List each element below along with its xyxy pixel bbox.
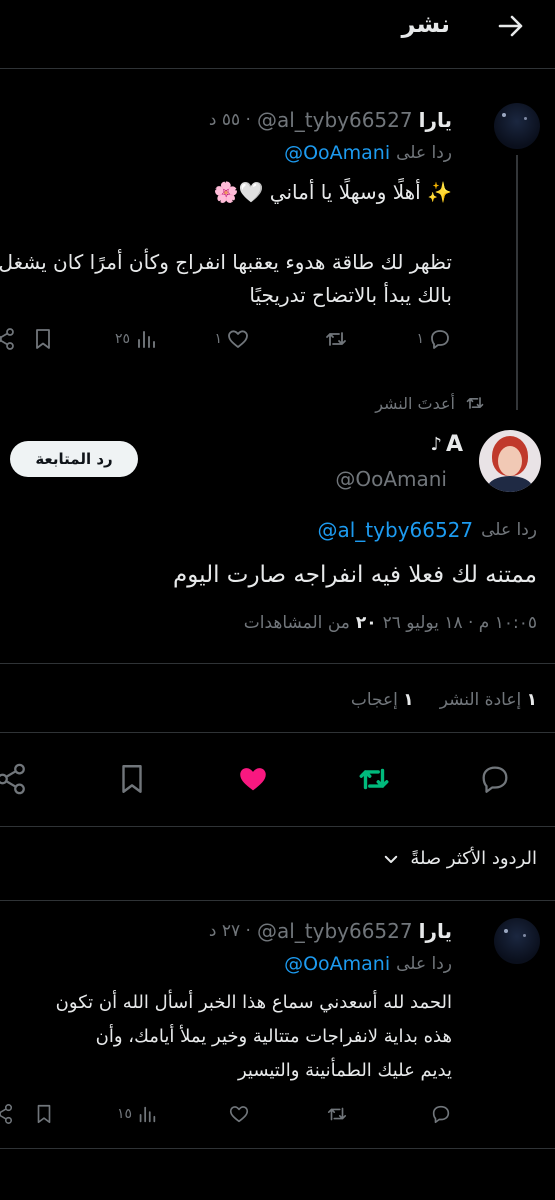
- reply-icon: [482, 766, 508, 793]
- author-handle[interactable]: @al_tyby66527: [257, 108, 413, 132]
- tweet-text-line2: هذه بداية لانفراجات متتالية وخير يملأ أي…: [95, 1026, 452, 1047]
- bookmark-button[interactable]: [33, 1103, 55, 1125]
- main-author-handle[interactable]: @OoAmani: [335, 467, 447, 491]
- tweet-time[interactable]: · ٢٧ د: [209, 921, 251, 941]
- reposts-stat[interactable]: ١ إعادة النشر: [440, 690, 537, 710]
- divider: [0, 663, 555, 664]
- chevron-down-icon: [385, 855, 398, 863]
- share-icon: [0, 763, 25, 795]
- avatar[interactable]: [479, 430, 541, 492]
- views-count: ٢٥: [114, 331, 130, 347]
- reply-icon: [432, 1105, 450, 1124]
- divider: [0, 826, 555, 827]
- tweet1-header: يارا @al_tyby66527 · ٥٥ د: [209, 108, 452, 132]
- tweet-meta: ١٠:٠٥ م · ١٨ يوليو ٢٦ ٢٠ من المشاهدات: [244, 613, 537, 633]
- main-tweet-text: ممتنه لك فعلا فيه انفراجه صارت اليوم: [173, 562, 537, 588]
- retweet-button[interactable]: [326, 1103, 348, 1125]
- retweet-button[interactable]: [357, 762, 391, 796]
- like-button[interactable]: [228, 1103, 250, 1125]
- reply-to-link[interactable]: @al_tyby66527: [317, 518, 473, 542]
- views-count: ١٥: [116, 1106, 132, 1122]
- likes-stat[interactable]: ١ إعجاب: [351, 690, 414, 710]
- views-label: من المشاهدات: [243, 613, 350, 633]
- like-button[interactable]: ١: [214, 327, 250, 351]
- avatar[interactable]: [494, 918, 540, 964]
- author-name: A: [445, 432, 463, 457]
- follow-back-button[interactable]: رد المتابعة: [10, 441, 138, 477]
- retweet-icon: [359, 768, 389, 790]
- header-divider: [0, 68, 555, 69]
- tweet-text-line3: بالك يبدأ بالاتضاح تدريجيًا: [249, 283, 452, 307]
- reply-to-line: ردا على @OoAmani: [284, 142, 452, 164]
- divider: [0, 900, 555, 901]
- views-button[interactable]: ٢٥: [115, 327, 158, 351]
- tweet-text-line3: يديم عليك الطمأنينة والتيسير: [237, 1060, 452, 1081]
- page-title: نشر: [401, 10, 450, 38]
- reply-to-line: ردا على @al_tyby66527: [317, 518, 537, 542]
- analytics-icon: [139, 1106, 156, 1123]
- back-arrow-icon[interactable]: [497, 12, 525, 40]
- reply-button[interactable]: [430, 1103, 452, 1125]
- reposted-indicator: أعدتَ النشر: [375, 393, 485, 413]
- bookmark-icon: [37, 1104, 51, 1124]
- tweet-text-line2: تظهر لك طاقة هدوء يعقبها انفراج وكأن أمر…: [0, 250, 452, 274]
- sort-label: الردود الأكثر صلةً: [410, 848, 537, 869]
- heart-icon: [228, 330, 248, 348]
- share-button[interactable]: [0, 1103, 14, 1125]
- heart-icon: [229, 1106, 249, 1123]
- reply-prefix: ردا على: [396, 143, 452, 163]
- author-name[interactable]: يارا: [419, 108, 452, 132]
- bookmark-button[interactable]: [31, 327, 55, 351]
- author-name[interactable]: يارا: [419, 919, 452, 943]
- engagement-stats: ١ إعادة النشر ١ إعجاب: [351, 690, 537, 710]
- views-button[interactable]: ١٥: [117, 1103, 158, 1125]
- tweet-text-line1: الحمد لله أسعدني سماع هذا الخبر أسأل الل…: [55, 992, 452, 1013]
- reply-count: ١: [416, 331, 424, 347]
- timestamp[interactable]: ١٠:٠٥ م · ١٨ يوليو ٢٦: [383, 613, 537, 633]
- reply-to-link[interactable]: @OoAmani: [284, 953, 390, 975]
- follow-back-label: رد المتابعة: [35, 450, 113, 468]
- bookmark-button[interactable]: [115, 762, 149, 796]
- like-count: ١: [214, 331, 222, 347]
- tweet-time[interactable]: · ٥٥ د: [209, 110, 251, 130]
- reposted-label: أعدتَ النشر: [375, 393, 455, 413]
- like-button[interactable]: [236, 762, 270, 796]
- retweet-icon: [466, 397, 484, 409]
- reply-prefix: ردا على: [396, 954, 452, 974]
- reply-icon: [431, 330, 449, 349]
- avatar[interactable]: [494, 103, 540, 149]
- tweet2-header: يارا @al_tyby66527 · ٢٧ د: [209, 919, 452, 943]
- bookmark-icon: [122, 765, 142, 793]
- analytics-icon: [138, 331, 155, 348]
- retweet-icon: [327, 1107, 347, 1121]
- share-button[interactable]: [0, 762, 28, 796]
- divider: [0, 732, 555, 733]
- bookmark-icon: [36, 329, 50, 349]
- replies-sort-dropdown[interactable]: الردود الأكثر صلةً: [382, 848, 537, 869]
- music-note-icon: ♪: [430, 434, 442, 455]
- share-icon: [0, 328, 14, 350]
- divider: [0, 1148, 555, 1149]
- reply-button[interactable]: ١: [416, 327, 452, 351]
- share-icon: [0, 1104, 13, 1124]
- reply-button[interactable]: [478, 762, 512, 796]
- author-handle[interactable]: @al_tyby66527: [257, 919, 413, 943]
- tweet-text-line1: ✨ أهلًا وسهلًا يا أماني 🤍🌸: [213, 180, 452, 204]
- reply-to-link[interactable]: @OoAmani: [284, 142, 390, 164]
- reply-to-line: ردا على @OoAmani: [284, 953, 452, 975]
- main-author-name[interactable]: A ♪: [430, 432, 463, 457]
- reply-prefix: ردا على: [481, 520, 537, 540]
- heart-icon: [240, 768, 266, 791]
- thread-line: [516, 155, 518, 410]
- retweet-button[interactable]: [324, 327, 348, 351]
- retweet-icon: [326, 332, 346, 346]
- share-button[interactable]: [0, 327, 16, 351]
- views-count: ٢٠: [355, 613, 377, 633]
